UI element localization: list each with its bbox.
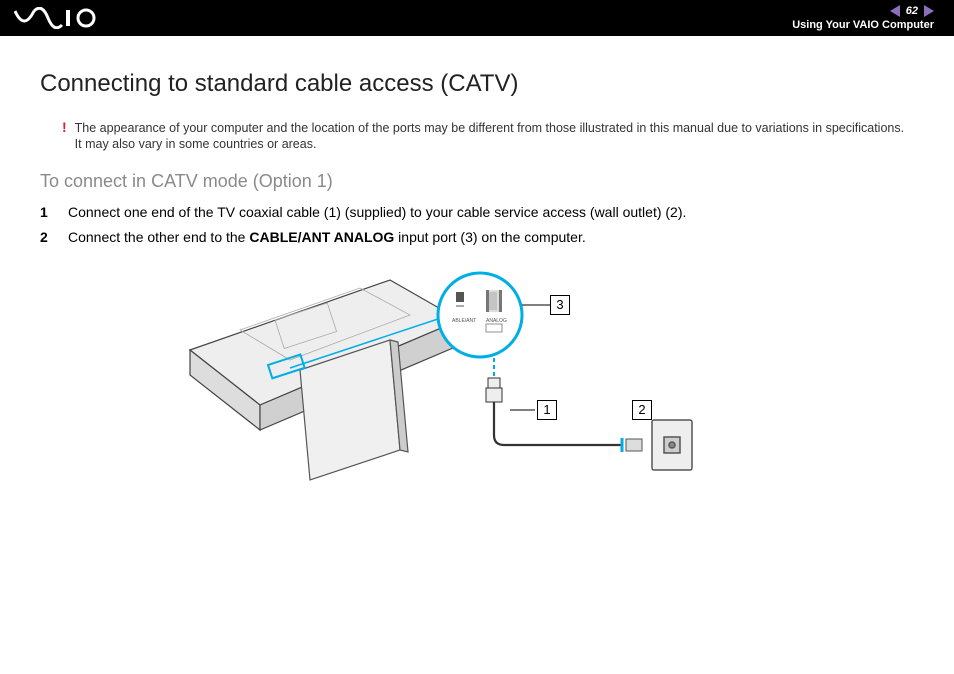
header-right: 62 Using Your VAIO Computer: [792, 5, 934, 31]
header-bar: 62 Using Your VAIO Computer: [0, 0, 954, 36]
step-text: Connect the other end to the CABLE/ANT A…: [68, 227, 586, 248]
step-item: 2 Connect the other end to the CABLE/ANT…: [40, 227, 914, 248]
step-item: 1 Connect one end of the TV coaxial cabl…: [40, 202, 914, 223]
breadcrumb: Using Your VAIO Computer: [792, 19, 934, 31]
warning-icon: !: [62, 120, 67, 134]
step-number: 1: [40, 202, 54, 223]
steps-list: 1 Connect one end of the TV coaxial cabl…: [40, 202, 914, 248]
port-label-left: ABLE/ANT: [452, 318, 476, 324]
port-label-right: ANALOG: [486, 318, 507, 324]
vaio-logo: [14, 7, 104, 29]
prev-page-arrow-icon[interactable]: [890, 5, 900, 17]
warning-text: The appearance of your computer and the …: [75, 120, 914, 153]
diagram-callout-1: 1: [537, 400, 557, 420]
section-subtitle: To connect in CATV mode (Option 1): [40, 171, 914, 192]
page-content: Connecting to standard cable access (CAT…: [0, 36, 954, 500]
warning-block: ! The appearance of your computer and th…: [40, 120, 914, 153]
step-number: 2: [40, 227, 54, 248]
page-number: 62: [906, 5, 918, 17]
step-text: Connect one end of the TV coaxial cable …: [68, 202, 686, 223]
next-page-arrow-icon[interactable]: [924, 5, 934, 17]
diagram-callout-3: 3: [550, 295, 570, 315]
connection-diagram: ABLE/ANT ANALOG: [180, 260, 820, 500]
diagram-callout-2: 2: [632, 400, 652, 420]
page-title: Connecting to standard cable access (CAT…: [40, 70, 914, 98]
